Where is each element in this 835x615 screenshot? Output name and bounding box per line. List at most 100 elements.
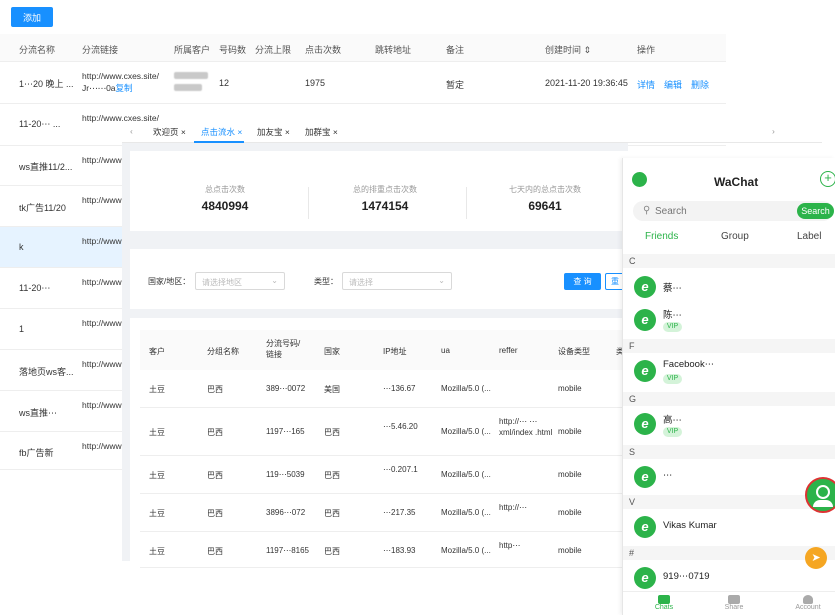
copy-link[interactable]: 复制 xyxy=(116,83,133,93)
tab-group[interactable]: Group xyxy=(721,231,749,242)
friend-item[interactable]: e 919⋯0719 xyxy=(623,560,835,593)
cell-ip: ⋯217.35 xyxy=(383,508,416,517)
col-note: 备注 xyxy=(446,45,465,55)
edit-link[interactable]: 编辑 xyxy=(664,78,682,91)
table-row: 土豆 巴西 1197⋯8165 巴西 ⋯183.93 Mozilla/5.0 (… xyxy=(140,532,640,568)
plus-icon[interactable]: + xyxy=(820,171,835,187)
cell-device: mobile xyxy=(558,470,582,479)
table-row: 土豆 巴西 1197⋯165 巴西 ⋯5.46.20 Mozilla/5.0 (… xyxy=(140,408,640,456)
table-header: 客户 分组名称 分流号码/链接 国家 IP地址 ua reffer 设备类型 类 xyxy=(140,330,640,370)
friend-name: 陈⋯ xyxy=(663,310,683,321)
table-row: 土豆 巴西 3896⋯072 巴西 ⋯217.35 Mozilla/5.0 (.… xyxy=(140,494,640,532)
tab-prev-icon[interactable]: ‹ xyxy=(130,126,133,136)
stat-7day-clicks: 七天内的总点击次数 69641 xyxy=(509,185,581,213)
query-button[interactable]: 查 询 xyxy=(564,273,601,290)
chat-title: WaChat xyxy=(714,175,759,189)
flow-name: tk广告11/20 xyxy=(19,203,66,213)
friend-item[interactable]: e Facebook⋯ VIP xyxy=(623,353,835,386)
flow-link: http://www xyxy=(82,195,122,205)
chats-icon xyxy=(658,595,670,604)
avatar: e xyxy=(634,309,656,331)
region-select[interactable]: 请选择地区 ⌄ xyxy=(195,272,285,290)
flow-name: fb广告新 xyxy=(19,448,54,458)
tab-add-friend[interactable]: 加友宝 × xyxy=(257,126,290,138)
tab-click-log[interactable]: 点击流水 × xyxy=(201,126,242,138)
chat-bottom-nav: Chats Share Account xyxy=(623,591,835,615)
friend-item[interactable]: e Vikas Kumar xyxy=(623,509,835,542)
search-button[interactable]: Search xyxy=(797,203,834,219)
section-header: C xyxy=(623,254,835,268)
send-icon[interactable]: ➤ xyxy=(805,547,827,569)
col-number-link: 分流号码/链接 xyxy=(266,339,301,359)
vip-badge: VIP xyxy=(663,427,682,437)
flow-name: 11-20⋯ ... xyxy=(19,119,61,129)
col-customer: 所属客户 xyxy=(174,45,211,55)
col-ip: IP地址 xyxy=(383,347,407,356)
friend-item[interactable]: e 蔡⋯ xyxy=(623,269,835,302)
col-created[interactable]: 创建时间 ⇕ xyxy=(545,43,591,56)
friend-name: Vikas Kumar xyxy=(663,520,717,531)
cell-ua: Mozilla/5.0 (... xyxy=(441,427,491,436)
click-log-table: 客户 分组名称 分流号码/链接 国家 IP地址 ua reffer 设备类型 类… xyxy=(130,318,650,568)
section-header: G xyxy=(623,392,835,406)
section-header: # xyxy=(623,546,835,560)
cell-ip: ⋯0.207.1 xyxy=(383,465,418,474)
cell-ua: Mozilla/5.0 (... xyxy=(441,384,491,393)
avatar: e xyxy=(634,360,656,382)
account-icon xyxy=(803,595,813,604)
friend-name: Facebook⋯ xyxy=(663,359,715,370)
cell-group: 巴西 xyxy=(207,385,223,394)
cell-ip: ⋯183.93 xyxy=(383,546,416,555)
support-icon[interactable] xyxy=(805,477,835,513)
flow-name: 1 xyxy=(19,324,25,334)
tab-next-icon[interactable]: › xyxy=(772,126,775,136)
cell-country: 巴西 xyxy=(324,547,340,556)
friend-item[interactable]: e ⋯ xyxy=(623,459,835,492)
cell-reffer: http://⋯ xyxy=(499,503,528,512)
vip-badge: VIP xyxy=(663,322,682,332)
col-ua: ua xyxy=(441,346,450,355)
flow-name: 11-20⋯ xyxy=(19,283,51,293)
search-input[interactable] xyxy=(655,206,775,217)
cell-number: 389⋯0072 xyxy=(266,384,306,393)
tab-friends[interactable]: Friends xyxy=(645,231,678,242)
add-button[interactable]: 添加 xyxy=(11,7,53,27)
type-label: 类型： xyxy=(314,277,338,286)
delete-link[interactable]: 删除 xyxy=(691,78,709,91)
cell-country: 美国 xyxy=(324,385,340,394)
avatar: e xyxy=(634,567,656,589)
flow-name: 落地页ws客... xyxy=(19,367,74,377)
section-header: V xyxy=(623,495,835,509)
stats-card: 总点击次数 4840994 总的排重点击次数 1474154 七天内的总点击次数… xyxy=(130,151,650,231)
flow-link: http://www xyxy=(82,277,122,287)
type-select[interactable]: 请选择 ⌄ xyxy=(342,272,452,290)
nav-share[interactable]: Share xyxy=(719,595,749,611)
friend-item[interactable]: e 陈⋯ VIP xyxy=(623,302,835,335)
col-limit: 分流上限 xyxy=(255,45,292,55)
tab-add-group[interactable]: 加群宝 × xyxy=(305,126,338,138)
col-flow-link: 分流链接 xyxy=(82,45,119,55)
cell-ua: Mozilla/5.0 (... xyxy=(441,508,491,517)
cell-number: 3896⋯072 xyxy=(266,508,306,517)
col-country: 国家 xyxy=(324,347,340,356)
cell-customer: 土豆 xyxy=(149,385,165,394)
friend-name: ⋯ xyxy=(663,470,673,481)
created-time: 2021-11-20 19:36:45 xyxy=(545,78,628,88)
stat-unique-clicks: 总的排重点击次数 1474154 xyxy=(353,185,417,213)
cell-country: 巴西 xyxy=(324,428,340,437)
nav-chats[interactable]: Chats xyxy=(649,595,679,611)
flow-table-header: 分流名称 分流链接 所属客户 号码数 分流上限 点击次数 跳转地址 备注 创建时… xyxy=(0,34,726,62)
nav-account[interactable]: Account xyxy=(791,595,825,611)
tab-welcome[interactable]: 欢迎页 × xyxy=(153,126,186,138)
cell-country: 巴西 xyxy=(324,509,340,518)
number-count: 12 xyxy=(219,78,230,88)
cell-ua: Mozilla/5.0 (... xyxy=(441,470,491,479)
friend-item[interactable]: e 高⋯ VIP xyxy=(623,406,835,439)
detail-link[interactable]: 详情 xyxy=(637,78,655,91)
tab-label[interactable]: Label xyxy=(797,231,821,242)
col-number-count: 号码数 xyxy=(219,45,247,55)
cell-group: 巴西 xyxy=(207,509,223,518)
flow-name: 1⋯20 晚上 ... xyxy=(19,79,74,89)
avatar: e xyxy=(634,413,656,435)
cell-number: 119⋯5039 xyxy=(266,470,305,479)
